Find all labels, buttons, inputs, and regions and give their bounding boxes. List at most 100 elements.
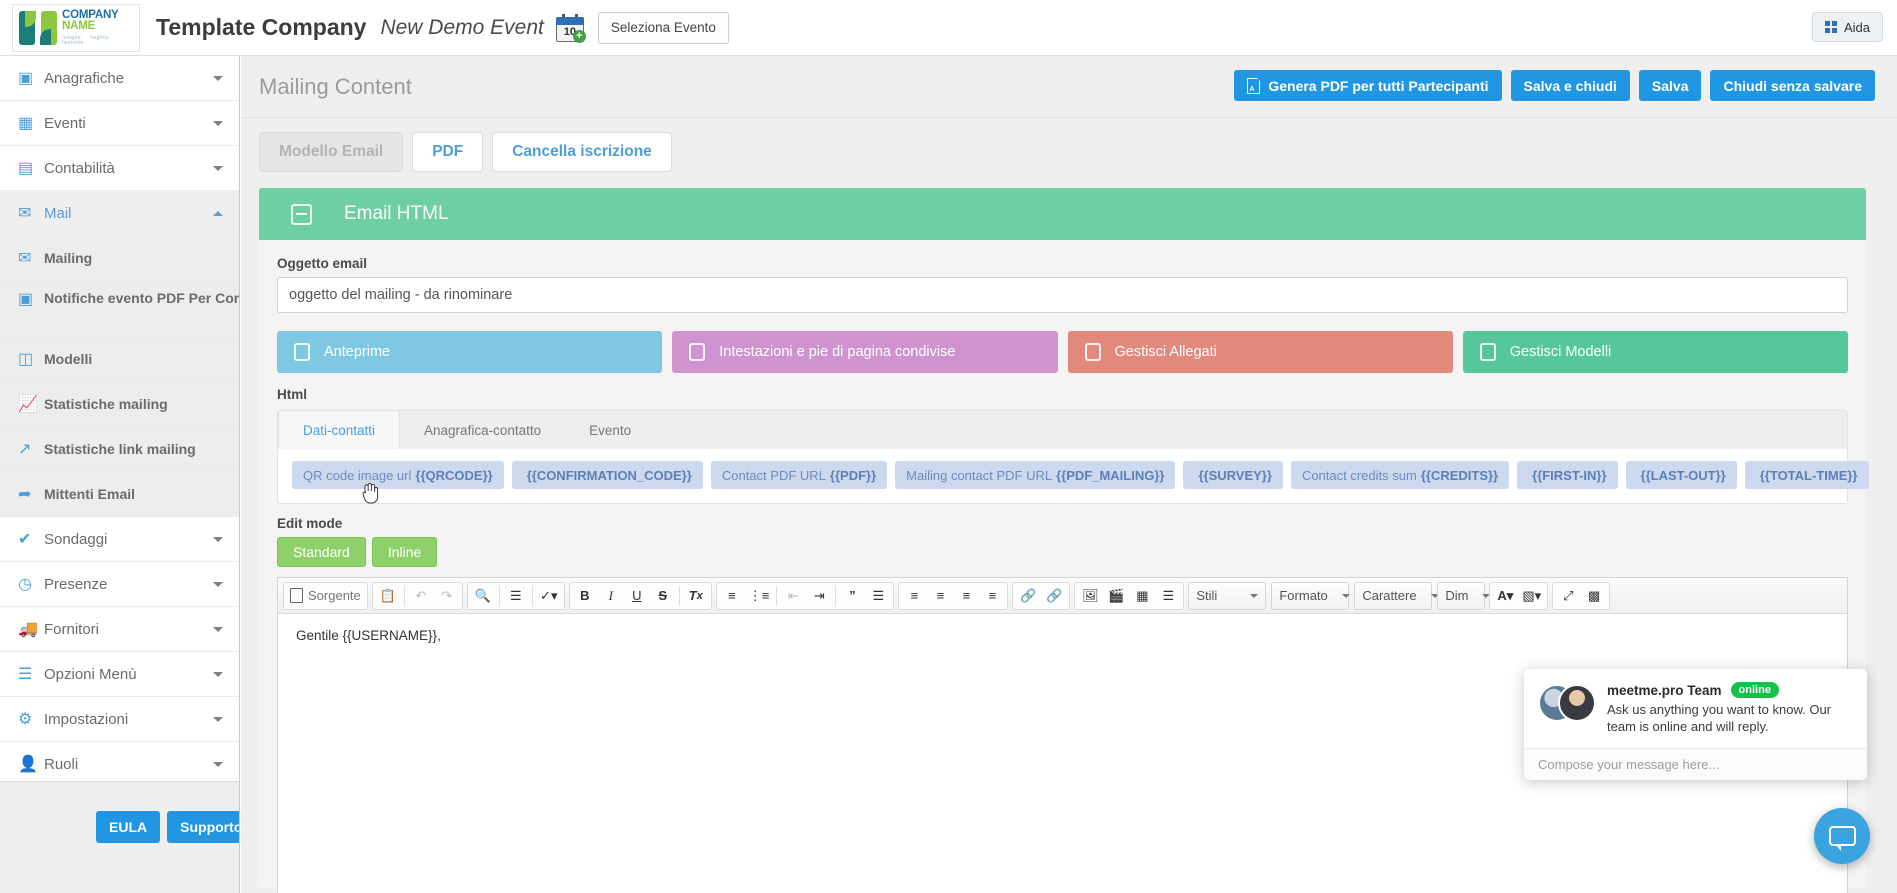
company-logo[interactable]: COMPANY NAME /slogan /tagline /website: [12, 3, 140, 52]
action-salva-e-chiudi-button[interactable]: Salva e chiudi: [1510, 70, 1630, 101]
chevron-down-icon[interactable]: [1341, 593, 1350, 598]
sidebar-item-fornitori[interactable]: 🚚 Fornitori: [0, 607, 239, 652]
paste-text-icon[interactable]: 📋: [376, 584, 400, 608]
editor-body[interactable]: Gentile {{USERNAME}},: [278, 614, 1847, 657]
numbered-list-icon[interactable]: ≡: [720, 584, 744, 608]
action-genera-pdf-per-tutti-partecipanti-button[interactable]: Genera PDF per tutti Partecipanti: [1234, 70, 1502, 101]
chevron-up-icon[interactable]: [213, 210, 223, 216]
merge-tag-tab-dati-contatti[interactable]: Dati-contatti: [278, 410, 401, 449]
undo-icon[interactable]: ↶: [409, 584, 433, 608]
merge-tag-chip[interactable]: {{FIRST-IN}}: [1517, 461, 1618, 489]
bold-icon[interactable]: B: [573, 584, 597, 608]
option-anteprime-button[interactable]: Anteprime: [277, 331, 663, 373]
checkbox-icon[interactable]: [1479, 343, 1496, 361]
redo-icon[interactable]: ↷: [435, 584, 459, 608]
chevron-down-icon[interactable]: [213, 536, 223, 542]
editor-select-stili[interactable]: Stili: [1188, 581, 1267, 610]
merge-tag-chip[interactable]: {{SURVEY}}: [1183, 461, 1283, 489]
eula-button[interactable]: EULA: [96, 811, 161, 843]
edit-mode-standard-button[interactable]: Standard: [277, 537, 366, 567]
div-container-icon[interactable]: ☰: [866, 584, 890, 608]
tab-pdf[interactable]: PDF: [412, 132, 484, 172]
sidebar-item-anagrafiche[interactable]: ▣ Anagrafiche: [0, 56, 239, 101]
align-justify-icon[interactable]: ≡: [980, 584, 1004, 608]
chat-compose-input[interactable]: Compose your message here...: [1524, 748, 1867, 780]
link-icon[interactable]: 🔗: [1016, 584, 1040, 608]
blockquote-icon[interactable]: ”: [840, 584, 864, 608]
bulleted-list-icon[interactable]: ⋮≡: [746, 584, 773, 608]
option-gestisci-allegati-button[interactable]: Gestisci Allegati: [1067, 331, 1453, 373]
merge-tag-tab-evento[interactable]: Evento: [565, 411, 655, 449]
merge-tag-chip[interactable]: {{CONFIRMATION_CODE}}: [511, 461, 703, 489]
chevron-down-icon[interactable]: [213, 581, 223, 587]
text-color-icon[interactable]: A▾: [1493, 584, 1517, 608]
merge-tag-chip[interactable]: Mailing contact PDF URL {{PDF_MAILING}}: [895, 461, 1176, 489]
align-center-icon[interactable]: ≡: [928, 584, 952, 608]
replace-icon[interactable]: ☰: [504, 584, 528, 608]
collapse-icon[interactable]: [291, 203, 312, 225]
underline-icon[interactable]: U: [625, 584, 649, 608]
chevron-down-icon[interactable]: [213, 716, 223, 722]
checkbox-icon[interactable]: [294, 343, 310, 361]
table-icon[interactable]: ▦: [1130, 584, 1154, 608]
search-icon[interactable]: 🔍: [471, 584, 495, 608]
editor-select-dim[interactable]: Dim: [1437, 581, 1491, 610]
merge-tag-chip[interactable]: Contact PDF URL {{PDF}}: [710, 461, 888, 489]
editor-select-carattere[interactable]: Carattere: [1354, 581, 1439, 610]
sidebar-item-statistiche-mailing[interactable]: 📈 Statistiche mailing: [0, 382, 239, 427]
sidebar-item-statistiche-link-mailing[interactable]: ↗ Statistiche link mailing: [0, 427, 239, 472]
strikethrough-icon[interactable]: S: [651, 584, 675, 608]
support-button[interactable]: Supporto: [167, 811, 239, 843]
editor-select-formato[interactable]: Formato: [1271, 581, 1350, 610]
chevron-down-icon[interactable]: [1250, 593, 1259, 598]
sidebar-item-contabilit[interactable]: ▤ Contabilità: [0, 146, 239, 191]
subject-input[interactable]: [277, 277, 1848, 313]
sidebar-item-mail[interactable]: ✉ Mail: [0, 191, 239, 236]
chevron-down-icon[interactable]: [213, 120, 223, 126]
merge-tag-tab-anagrafica-contatto[interactable]: Anagrafica-contatto: [400, 411, 565, 449]
sidebar-item-impostazioni[interactable]: ⚙ Impostazioni: [0, 697, 239, 742]
horizontal-rule-icon[interactable]: ☰: [1156, 584, 1180, 608]
sidebar-item-mailing[interactable]: ✉ Mailing: [0, 236, 239, 281]
align-right-icon[interactable]: ≡: [954, 584, 978, 608]
select-event-button[interactable]: Seleziona Evento: [597, 11, 729, 44]
chevron-down-icon[interactable]: [213, 165, 223, 171]
chevron-down-icon[interactable]: [213, 626, 223, 632]
option-gestisci-modelli-button[interactable]: Gestisci Modelli: [1462, 331, 1848, 373]
show-blocks-icon[interactable]: ▩: [1582, 584, 1606, 608]
indent-icon[interactable]: ⇥: [807, 584, 831, 608]
align-left-icon[interactable]: ≡: [902, 584, 926, 608]
action-salva-button[interactable]: Salva: [1638, 70, 1702, 101]
tab-cancella-iscrizione[interactable]: Cancella iscrizione: [492, 132, 672, 172]
source-button[interactable]: Sorgente: [287, 584, 364, 608]
sidebar-item-opzioni-men[interactable]: ☰ Opzioni Menù: [0, 652, 239, 697]
sidebar-item-presenze[interactable]: ◷ Presenze: [0, 562, 239, 607]
aida-button[interactable]: Aida: [1811, 12, 1883, 42]
spellcheck-icon[interactable]: ✓▾: [537, 584, 561, 608]
chevron-down-icon[interactable]: [213, 761, 223, 767]
option-intestazioni-e-pie-di-pagina-condivise-button[interactable]: Intestazioni e pie di pagina condivise: [672, 331, 1058, 373]
chevron-down-icon[interactable]: [213, 75, 223, 81]
merge-tag-chip[interactable]: {{TOTAL-TIME}}: [1744, 461, 1869, 489]
merge-tag-chip[interactable]: Contact credits sum {{CREDITS}}: [1290, 461, 1510, 489]
sidebar-item-modelli[interactable]: ◫ Modelli: [0, 337, 239, 382]
sidebar-item-sondaggi[interactable]: ✔ Sondaggi: [0, 517, 239, 562]
background-color-icon[interactable]: ▧▾: [1519, 584, 1544, 608]
outdent-icon[interactable]: ⇤: [781, 584, 805, 608]
checkbox-icon[interactable]: [1084, 343, 1101, 361]
checkbox-icon[interactable]: [689, 343, 706, 361]
italic-icon[interactable]: I: [599, 584, 623, 608]
sidebar-item-eventi[interactable]: ▦ Eventi: [0, 101, 239, 146]
flash-icon[interactable]: 🎬: [1104, 584, 1128, 608]
edit-mode-inline-button[interactable]: Inline: [371, 537, 438, 567]
maximize-icon[interactable]: ⤢: [1556, 584, 1580, 608]
image-icon[interactable]: 🖼: [1078, 584, 1102, 608]
chevron-down-icon[interactable]: [213, 671, 223, 677]
chat-bubble-icon[interactable]: [1814, 808, 1870, 864]
merge-tag-chip[interactable]: QR code image url {{QRCODE}}: [292, 461, 504, 489]
unlink-icon[interactable]: 🔗: [1042, 584, 1066, 608]
action-chiudi-senza-salvare-button[interactable]: Chiudi senza salvare: [1710, 70, 1875, 101]
remove-format-icon[interactable]: Tx: [684, 584, 708, 608]
sidebar-item-notifiche-evento-pdf-per-conferme[interactable]: ▣ Notifiche evento PDF Per Conferme: [0, 281, 239, 337]
sidebar-item-mittenti-email[interactable]: ➦ Mittenti Email: [0, 472, 239, 517]
